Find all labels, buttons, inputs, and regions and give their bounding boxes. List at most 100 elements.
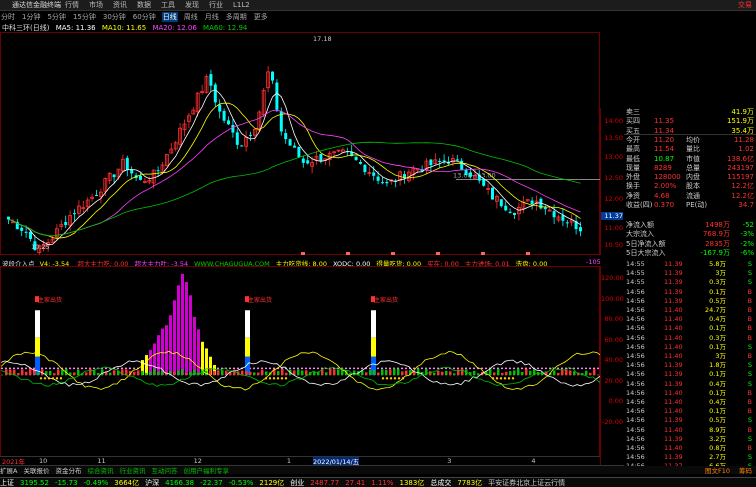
- period-15min[interactable]: 15分钟: [72, 12, 97, 22]
- trade-button[interactable]: 交易: [738, 0, 752, 10]
- indicator-chart-frame[interactable]: 主家出货 主家出货 主家出货: [0, 266, 601, 472]
- flow-bar: [133, 371, 136, 375]
- period-1min[interactable]: 1分钟: [21, 12, 41, 22]
- candle-down: [385, 181, 389, 184]
- tick-price: 11.39: [664, 434, 683, 443]
- zigzag-marker: [499, 377, 503, 380]
- tick-row: 14:56 11.40 24.7万 B: [624, 306, 756, 315]
- flow-pct: -3%: [740, 230, 754, 239]
- period-intraday[interactable]: 分时: [0, 12, 16, 22]
- tick-row: 14:56 11.40 0.8万 B: [624, 444, 756, 453]
- candle-down: [240, 145, 244, 147]
- indicator-axis-tick: 80.00: [604, 315, 623, 323]
- side-tab-chips[interactable]: 筹码: [739, 466, 752, 474]
- flow-pct: -6%: [740, 248, 754, 257]
- menu-market[interactable]: 市场: [89, 0, 103, 10]
- period-30min[interactable]: 30分钟: [102, 12, 127, 22]
- price-axis: 14.00 13.50 13.00 12.50 12.00 11.37 11.0…: [600, 108, 624, 255]
- candle-down: [438, 160, 442, 162]
- candle-down: [20, 227, 24, 231]
- zigzag-marker: [43, 377, 47, 380]
- feature-tab[interactable]: 综合资讯: [87, 467, 113, 474]
- feature-tab[interactable]: 资金分布: [55, 467, 81, 474]
- flow-bar: [505, 371, 508, 375]
- zigzag-marker: [491, 377, 495, 380]
- quote-value: 138.6亿: [726, 154, 754, 163]
- stock-name: 中科三环(日线): [2, 24, 50, 32]
- menu-industry[interactable]: 行业: [209, 0, 223, 10]
- sh-index-name[interactable]: 上证: [0, 478, 14, 487]
- tick-row: 14:56 11.40 0.1万 S: [624, 343, 756, 352]
- period-more[interactable]: 更多: [253, 12, 269, 22]
- quote-value: 115197: [727, 173, 754, 182]
- signal-column: [371, 337, 376, 357]
- tick-row: 14:56 11.39 2.7万 S: [624, 453, 756, 462]
- feature-tabs: 扩展A 关联报价 资金分布 综合资讯 行业资讯 互动问答 创用户福利专享: [0, 466, 235, 474]
- feature-tab[interactable]: 互动问答: [151, 467, 177, 474]
- candle-down: [543, 207, 547, 210]
- feature-tab[interactable]: 行业资讯: [119, 467, 145, 474]
- menu-discover[interactable]: 发现: [185, 0, 199, 10]
- menu-data[interactable]: 数据: [137, 0, 151, 10]
- flow-bar: [173, 371, 176, 375]
- timeline-cursor-date: 2022/01/14/五: [313, 457, 360, 465]
- price-chart-frame[interactable]: 13.08→13.00 17.18 10.25: [0, 32, 601, 256]
- feature-tab[interactable]: 扩展A: [0, 467, 17, 474]
- quote-label: 买五: [626, 126, 640, 135]
- period-daily[interactable]: 日线: [161, 12, 178, 22]
- zigzag-marker: [51, 377, 55, 380]
- period-60min[interactable]: 60分钟: [132, 12, 157, 22]
- tick-volume: 24.7万: [705, 306, 726, 314]
- indicator-axis-tick: 0.00: [608, 397, 623, 405]
- flow-bar: [325, 372, 328, 375]
- flow-bar: [277, 371, 280, 375]
- signal-label: 主家出货: [38, 296, 62, 304]
- quote-row: 最低 10.87 市值 138.6亿: [624, 155, 756, 163]
- zigzag-marker: [389, 377, 393, 380]
- flow-bar: [369, 369, 372, 375]
- quote-value: 11.20: [654, 135, 675, 144]
- candle-down: [209, 74, 213, 86]
- flow-bar: [393, 368, 396, 375]
- indicator-axis-tick: 40.00: [604, 356, 623, 364]
- tick-row: 14:56 11.39 0.1万 S: [624, 370, 756, 379]
- quote-row: 现量 8289 总量 243197: [624, 164, 756, 172]
- tick-price: 11.40: [664, 342, 683, 351]
- menu-l1l2[interactable]: L1L2: [233, 1, 250, 9]
- candle-down: [139, 175, 142, 180]
- tick-side: B: [747, 388, 752, 397]
- tick-row: 14:56 11.39 3.2万 S: [624, 435, 756, 444]
- quote-label: 现量: [626, 163, 640, 172]
- tick-side: B: [747, 398, 752, 406]
- tick-time: 14:56: [626, 296, 645, 305]
- tick-volume: 0.1万: [709, 370, 726, 379]
- flow-bar: [265, 371, 268, 375]
- quote-label: 外盘: [626, 173, 640, 182]
- histogram-bar: [181, 273, 184, 375]
- window-title: 通达信金融终端: [12, 1, 61, 9]
- period-weekly[interactable]: 周线: [183, 12, 199, 22]
- tick-price: 11.39: [664, 296, 683, 305]
- period-5min[interactable]: 5分钟: [46, 12, 66, 22]
- flow-bar: [521, 371, 524, 375]
- indicator-chart[interactable]: 主家出货 主家出货 主家出货: [1, 267, 601, 472]
- cy-index-name[interactable]: 创业: [290, 478, 304, 487]
- hs-index-name[interactable]: 沪深: [145, 478, 159, 487]
- menu-news[interactable]: 资讯: [113, 0, 127, 10]
- flow-value: 2835万: [705, 239, 730, 248]
- feature-tab[interactable]: 创用户福利专享: [183, 467, 229, 474]
- tick-price: 11.40: [664, 306, 683, 314]
- hs-index-amount: 2129亿: [259, 478, 285, 487]
- price-chart[interactable]: 13.08→13.0017.1810.25: [1, 33, 601, 256]
- flow-bar: [329, 368, 332, 375]
- signal-column: [371, 310, 376, 338]
- side-tab-f10[interactable]: 图文F10: [705, 466, 730, 474]
- candle-down: [293, 145, 296, 148]
- feature-tab[interactable]: 关联报价: [23, 467, 49, 474]
- menu-bar: 通达信金融终端 行情 市场 资讯 数据 工具 发现 行业 L1L2 交易: [0, 0, 756, 11]
- menu-quotes[interactable]: 行情: [65, 0, 79, 10]
- candle-down: [271, 71, 274, 81]
- menu-tools[interactable]: 工具: [161, 0, 175, 10]
- period-multi[interactable]: 多周期: [225, 12, 248, 22]
- period-monthly[interactable]: 月线: [204, 12, 220, 22]
